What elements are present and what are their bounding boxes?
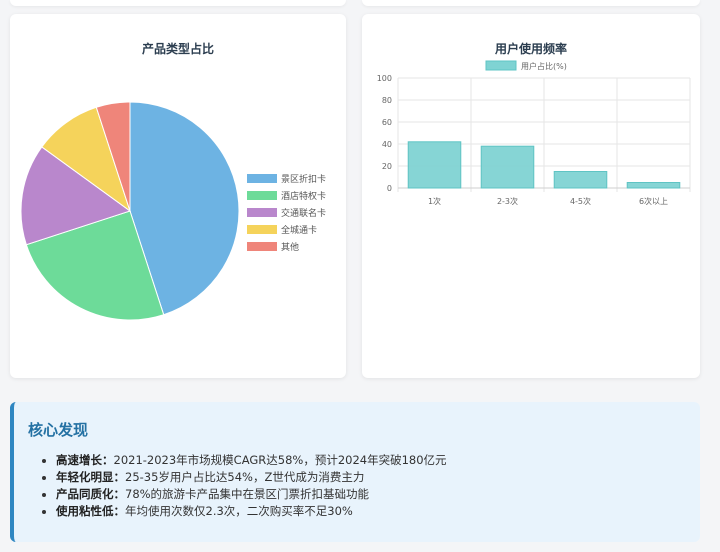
- finding-label: 年轻化明显：: [56, 470, 125, 484]
- legend-label: 景区折扣卡: [281, 173, 326, 185]
- y-tick-label: 100: [377, 74, 392, 83]
- top-card-edge: [10, 0, 346, 6]
- top-card-edge: [362, 0, 700, 6]
- legend-label: 全城通卡: [281, 224, 317, 236]
- bar[interactable]: [626, 182, 681, 189]
- finding-text: 78%的旅游卡产品集中在景区门票折扣基础功能: [125, 487, 370, 501]
- legend-swatch: [247, 225, 277, 234]
- legend-label: 其他: [281, 241, 299, 253]
- finding-item: 高速增长：2021-2023年市场规模CAGR达58%，预计2024年突破180…: [56, 452, 447, 469]
- legend-label: 交通联名卡: [281, 207, 326, 219]
- bar[interactable]: [553, 171, 608, 189]
- key-findings-panel: 核心发现 高速增长：2021-2023年市场规模CAGR达58%，预计2024年…: [10, 402, 700, 542]
- key-findings-list: 高速增长：2021-2023年市场规模CAGR达58%，预计2024年突破180…: [40, 452, 447, 520]
- legend-swatch: [247, 191, 277, 200]
- finding-label: 使用粘性低：: [56, 504, 125, 518]
- finding-label: 高速增长：: [56, 453, 114, 467]
- finding-label: 产品同质化：: [56, 487, 125, 501]
- bar-chart-card: 用户使用频率 0 20 40 60 80 100 1次 2-3次 4-5次 6次以上 用户占比(%): [362, 14, 700, 378]
- x-tick-label: 4-5次: [570, 196, 591, 206]
- y-tick-label: 0: [387, 184, 392, 193]
- pie-chart: 景区折扣卡酒店特权卡交通联名卡全城通卡其他: [20, 101, 326, 321]
- bar[interactable]: [407, 141, 462, 189]
- y-tick-label: 20: [382, 162, 392, 171]
- legend-label: 用户占比(%): [521, 61, 567, 71]
- bar-chart: 0 20 40 60 80 100 1次 2-3次 4-5次 6次以上 用户占比(%): [377, 60, 691, 206]
- legend-label: 酒店特权卡: [281, 190, 326, 202]
- legend-swatch: [247, 208, 277, 217]
- pie-chart-card: 产品类型占比 景区折扣卡 酒店特权卡 交通联名卡 全城通卡 其他: [10, 14, 346, 378]
- legend-swatch: [485, 60, 517, 71]
- key-findings-title: 核心发现: [28, 421, 89, 439]
- legend-swatch: [247, 242, 277, 251]
- y-tick-label: 40: [382, 140, 392, 149]
- y-tick-label: 60: [382, 118, 392, 127]
- finding-text: 年均使用次数仅2.3次，二次购买率不足30%: [125, 504, 353, 518]
- x-tick-label: 6次以上: [639, 196, 668, 206]
- legend-swatch: [247, 174, 277, 183]
- finding-text: 25-35岁用户占比达54%，Z世代成为消费主力: [125, 470, 365, 484]
- finding-item: 使用粘性低：年均使用次数仅2.3次，二次购买率不足30%: [56, 503, 447, 520]
- y-tick-label: 80: [382, 96, 392, 105]
- finding-text: 2021-2023年市场规模CAGR达58%，预计2024年突破180亿元: [113, 453, 447, 467]
- x-tick-label: 1次: [428, 196, 441, 206]
- x-tick-label: 2-3次: [497, 196, 518, 206]
- finding-item: 年轻化明显：25-35岁用户占比达54%，Z世代成为消费主力: [56, 469, 447, 486]
- bar[interactable]: [480, 145, 535, 189]
- finding-item: 产品同质化：78%的旅游卡产品集中在景区门票折扣基础功能: [56, 486, 447, 503]
